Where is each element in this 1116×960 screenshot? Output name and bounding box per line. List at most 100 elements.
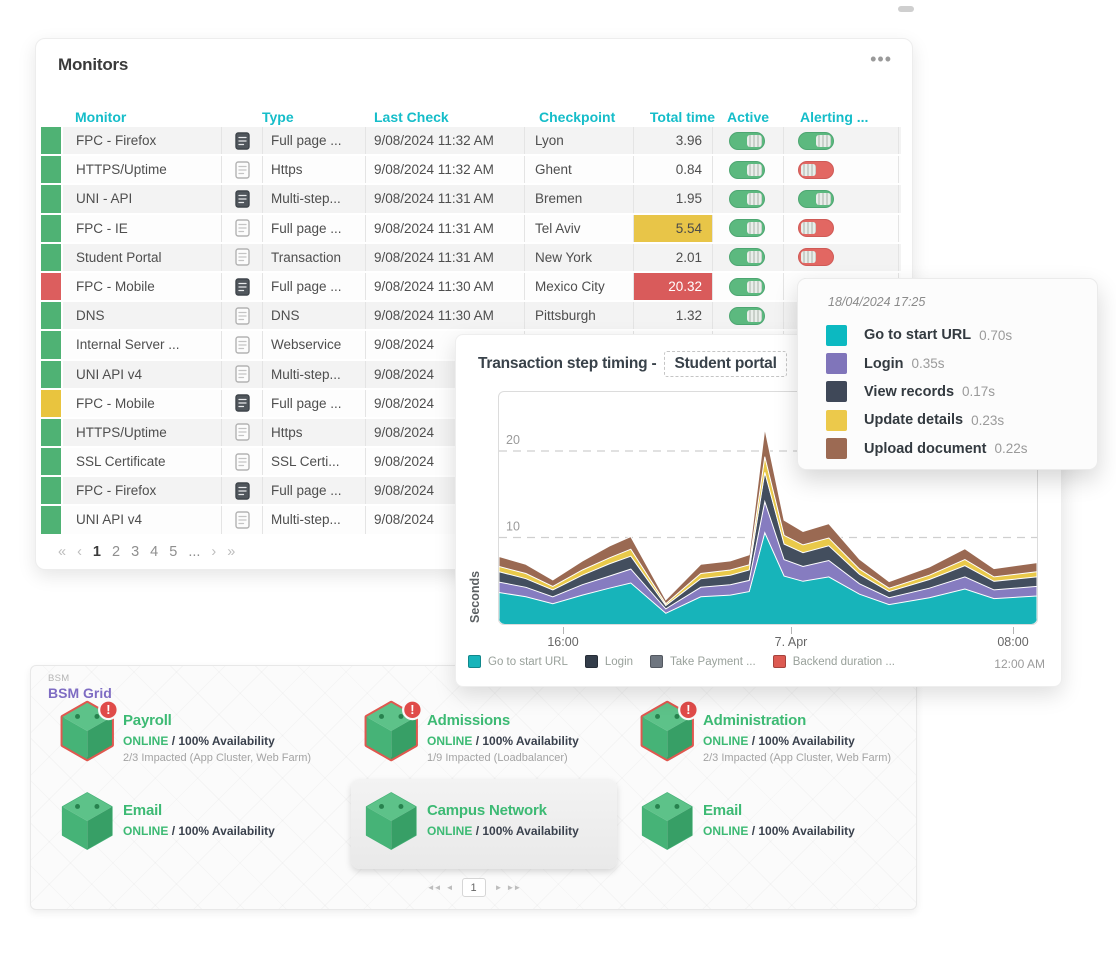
column-header-alerting[interactable]: Alerting ...	[786, 109, 901, 125]
bsm-item-campus-network[interactable]: Campus Network ONLINE / 100% Availabilit…	[363, 789, 649, 853]
cube-icon-wrap: !	[363, 699, 423, 763]
bsm-last-page-button[interactable]: ►►	[506, 883, 520, 892]
monitor-row[interactable]: DNS DNS 9/08/2024 11:30 AM Pittsburgh 1.…	[41, 302, 901, 331]
report-dark-icon	[235, 394, 250, 412]
column-header-total-time[interactable]: Total time	[636, 109, 715, 125]
tooltip-item-upload-document: Upload document0.22s	[826, 435, 1027, 463]
monitor-type: DNS	[263, 302, 366, 329]
x-tick	[563, 627, 564, 634]
service-cube-alert-icon: !	[363, 699, 423, 763]
legend-item-go-to-start-url[interactable]: Go to start URL	[468, 655, 568, 668]
last-check: 9/08/2024 11:32 AM	[366, 156, 525, 183]
monitor-name: FPC - Firefox	[63, 477, 222, 504]
status-bar-green	[41, 244, 63, 271]
service-name: Email	[703, 802, 855, 819]
last-check: 9/08/2024 11:32 AM	[366, 127, 525, 154]
total-time: 1.95	[634, 185, 713, 212]
scrollbar-thumb[interactable]	[898, 6, 914, 12]
column-header-monitor[interactable]: Monitor	[41, 109, 224, 125]
page-button-1[interactable]: 1	[93, 544, 101, 560]
legend-item-backend-duration[interactable]: Backend duration ...	[773, 655, 895, 668]
bsm-grid-panel: BSM BSM Grid ! Payroll ONLINE / 100% Ava…	[30, 665, 917, 910]
monitor-selector-dropdown[interactable]: Student portal	[664, 351, 786, 377]
bsm-current-page[interactable]: 1	[462, 878, 486, 897]
impacted-line: 2/3 Impacted (App Cluster, Web Farm)	[703, 752, 891, 764]
last-page-button[interactable]: »	[227, 544, 235, 560]
bsm-item-administration[interactable]: ! Administration ONLINE / 100% Availabil…	[639, 699, 925, 764]
column-header-last-check[interactable]: Last Check	[368, 109, 527, 125]
alerting-toggle[interactable]	[798, 219, 834, 237]
toggle-knob	[747, 310, 762, 322]
active-toggle[interactable]	[729, 307, 765, 325]
total-time: 1.32	[634, 302, 713, 329]
page-button-5[interactable]: 5	[169, 544, 177, 560]
status-bar-green	[41, 506, 63, 533]
column-header-type[interactable]: Type	[224, 109, 368, 125]
monitor-type-icon-cell	[222, 244, 263, 271]
page-button-2[interactable]: 2	[112, 544, 120, 560]
last-check: 9/08/2024 11:31 AM	[366, 185, 525, 212]
monitor-row[interactable]: HTTPS/Uptime Https 9/08/2024 11:32 AM Gh…	[41, 156, 901, 185]
service-status-line: ONLINE / 100% Availability	[123, 734, 311, 748]
total-time: 5.54	[634, 215, 713, 242]
bsm-prev-page-button[interactable]: ◄	[446, 883, 453, 892]
dashboard: Monitors ••• MonitorTypeLast CheckCheckp…	[0, 0, 1116, 960]
toggle-knob	[801, 222, 816, 234]
monitor-name: UNI API v4	[63, 506, 222, 533]
legend-item-login[interactable]: Login	[585, 655, 633, 668]
cube-icon-wrap	[639, 789, 699, 853]
monitor-row[interactable]: FPC - Mobile Full page ... 9/08/2024 11:…	[41, 273, 901, 302]
column-header-active[interactable]: Active	[715, 109, 786, 125]
bsm-item-text: Email ONLINE / 100% Availability	[703, 802, 855, 838]
cube-icon-wrap: !	[59, 699, 119, 763]
impacted-line: 2/3 Impacted (App Cluster, Web Farm)	[123, 752, 311, 764]
legend-item-take-payment[interactable]: Take Payment ...	[650, 655, 756, 668]
service-status-line: ONLINE / 100% Availability	[427, 824, 579, 838]
panel-menu-icon[interactable]: •••	[870, 49, 892, 70]
active-toggle[interactable]	[729, 190, 765, 208]
monitor-row[interactable]: Student Portal Transaction 9/08/2024 11:…	[41, 244, 901, 273]
monitor-row[interactable]: FPC - IE Full page ... 9/08/2024 11:31 A…	[41, 215, 901, 244]
prev-page-button[interactable]: ‹	[77, 544, 82, 560]
page-button-3[interactable]: 3	[131, 544, 139, 560]
chart-legend: Go to start URL Login Take Payment ... Back…	[468, 655, 895, 668]
alerting-toggle[interactable]	[798, 248, 834, 266]
alerting-toggle[interactable]	[798, 132, 834, 150]
first-page-button[interactable]: «	[58, 544, 66, 560]
status-bar-green	[41, 215, 63, 242]
x-tick-label-7-apr: 7. Apr	[751, 635, 831, 649]
bsm-item-text: Payroll ONLINE / 100% Availability 2/3 I…	[123, 712, 311, 764]
service-status-line: ONLINE / 100% Availability	[703, 734, 891, 748]
active-toggle[interactable]	[729, 248, 765, 266]
active-toggle[interactable]	[729, 132, 765, 150]
next-page-button[interactable]: ›	[211, 544, 216, 560]
report-light-icon	[235, 423, 250, 441]
page-button-4[interactable]: 4	[150, 544, 158, 560]
legend-swatch-icon	[773, 655, 786, 668]
column-header-checkpoint[interactable]: Checkpoint	[527, 109, 636, 125]
legend-label: Take Payment ...	[670, 656, 756, 668]
active-toggle[interactable]	[729, 278, 765, 296]
bsm-item-email[interactable]: Email ONLINE / 100% Availability	[639, 789, 925, 853]
table-pagination: « ‹ 12345... › »	[58, 544, 235, 560]
alerting-toggle[interactable]	[798, 161, 834, 179]
bsm-item-admissions[interactable]: ! Admissions ONLINE / 100% Availability …	[363, 699, 649, 764]
total-time: 2.01	[634, 244, 713, 271]
service-cube-alert-icon: !	[639, 699, 699, 763]
status-bar-green	[41, 448, 63, 475]
bsm-item-payroll[interactable]: ! Payroll ONLINE / 100% Availability 2/3…	[59, 699, 345, 764]
checkpoint: New York	[525, 244, 634, 271]
active-toggle[interactable]	[729, 161, 765, 179]
monitor-row[interactable]: UNI - API Multi-step... 9/08/2024 11:31 …	[41, 185, 901, 214]
page-button-ellipsis[interactable]: ...	[188, 544, 200, 560]
status-bar-green	[41, 419, 63, 446]
alerting-toggle[interactable]	[798, 190, 834, 208]
active-cell	[713, 215, 784, 242]
service-status-line: ONLINE / 100% Availability	[427, 734, 579, 748]
panel-title: Monitors	[58, 55, 128, 75]
active-toggle[interactable]	[729, 219, 765, 237]
monitor-row[interactable]: FPC - Firefox Full page ... 9/08/2024 11…	[41, 127, 901, 156]
bsm-next-page-button[interactable]: ►	[495, 883, 502, 892]
bsm-first-page-button[interactable]: ◄◄	[427, 883, 441, 892]
bsm-item-email[interactable]: Email ONLINE / 100% Availability	[59, 789, 345, 853]
